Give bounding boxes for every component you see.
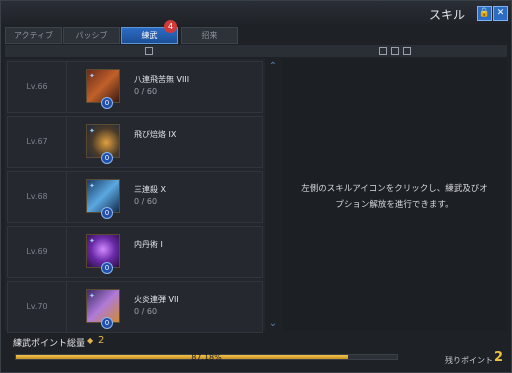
- tab-passive[interactable]: パッシブ: [63, 27, 120, 44]
- titlebar[interactable]: スキル 🔒 ✕: [1, 1, 511, 25]
- skill-name: 飛び焙烙 IX: [134, 130, 177, 139]
- skill-row[interactable]: Lv.70 ✦ 0 火炎連弾 VII 0 / 60: [7, 281, 263, 333]
- scroll-down-icon[interactable]: ⌄: [267, 318, 279, 330]
- scroll-up-icon[interactable]: ⌃: [267, 61, 279, 73]
- skill-list: Lv.66 ✦ 0 八連飛苦無 VIII 0 / 60 Lv.67 ✦ 0 飛び…: [5, 59, 265, 333]
- skill-name: 三連殺 X: [134, 185, 167, 194]
- detail-panel: 左側のスキルアイコンをクリックし、練武及びオ プション解放を進行できます。: [282, 59, 507, 331]
- remaining-points-value: 2: [494, 350, 504, 365]
- tab-badge: 4: [164, 20, 177, 33]
- tab-training[interactable]: 練武 4: [121, 20, 178, 44]
- skill-level: Lv.69: [8, 227, 67, 277]
- skill-point-badge: 0: [101, 207, 113, 219]
- list-icon[interactable]: [379, 47, 387, 55]
- tab-summon[interactable]: 招来: [181, 27, 238, 44]
- point-icon: ◆: [87, 336, 94, 345]
- skill-name: 内丹術 I: [134, 240, 163, 249]
- close-icon[interactable]: ✕: [493, 6, 508, 21]
- grid-icon[interactable]: [145, 47, 153, 55]
- window-title: スキル: [428, 8, 465, 22]
- skill-progress: 0 / 60: [134, 197, 158, 206]
- skill-level: Lv.70: [8, 282, 67, 332]
- skill-progress: 0 / 60: [134, 87, 158, 96]
- skill-level: Lv.68: [8, 172, 67, 222]
- skill-level: Lv.66: [8, 62, 67, 112]
- total-points-label: 練武ポイント総量: [13, 339, 86, 349]
- skill-point-badge: 0: [101, 152, 113, 164]
- skill-row[interactable]: Lv.68 ✦ 0 三連殺 X 0 / 60: [7, 171, 263, 223]
- remaining-points-label: 残りポイント: [445, 356, 493, 365]
- lock-icon[interactable]: 🔒: [477, 6, 492, 21]
- sort-icon[interactable]: [403, 47, 411, 55]
- skill-point-badge: 0: [101, 317, 113, 329]
- skill-name: 八連飛苦無 VIII: [134, 75, 190, 84]
- skill-row[interactable]: Lv.67 ✦ 0 飛び焙烙 IX: [7, 116, 263, 168]
- skill-name: 火炎連弾 VII: [134, 295, 179, 304]
- skill-progress: 0 / 60: [134, 307, 158, 316]
- filter-icon[interactable]: [391, 47, 399, 55]
- total-points-value: 2: [98, 335, 105, 346]
- progress-text: 87.18%: [191, 353, 222, 362]
- skill-row[interactable]: Lv.69 ✦ 0 内丹術 I: [7, 226, 263, 278]
- skill-row[interactable]: Lv.66 ✦ 0 八連飛苦無 VIII 0 / 60: [7, 61, 263, 113]
- skill-point-badge: 0: [101, 262, 113, 274]
- skill-point-badge: 0: [101, 97, 113, 109]
- skill-level: Lv.67: [8, 117, 67, 167]
- list-header: [5, 45, 507, 57]
- tab-active[interactable]: アクティブ: [5, 27, 62, 44]
- skill-window: スキル 🔒 ✕ アクティブ パッシブ 練武 4 招来 Lv.66 ✦ 0 八連飛…: [0, 0, 512, 373]
- detail-message: 左側のスキルアイコンをクリックし、練武及びオ プション解放を進行できます。: [301, 184, 488, 210]
